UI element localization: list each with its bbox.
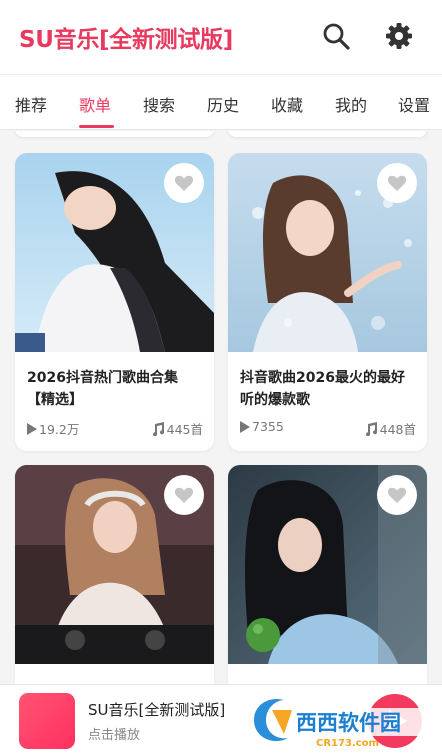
playlist-card[interactable]: 抖音歌曲2026最火的最好听的爆款歌 7355 448首 [228,153,427,451]
heart-icon [174,175,194,192]
song-count-value: 445首 [166,422,203,437]
play-count-value: 19.2万 [39,422,80,437]
now-playing-title: SU音乐[全新测试版] [88,701,226,719]
tab-bar: 推荐 歌单 搜索 历史 收藏 我的 设置 [0,74,442,130]
favorite-button[interactable] [164,163,204,203]
play-count: 7355 [240,419,284,434]
tab-playlists[interactable]: 歌单 [79,92,111,116]
playlist-card-partial [15,131,214,137]
play-icon [240,420,250,433]
playlist-card[interactable] [15,465,214,684]
tab-settings[interactable]: 设置 [398,92,430,116]
play-icon [27,422,37,435]
heart-icon [387,487,407,504]
app-title: SU音乐[全新测试版] [19,27,233,53]
favorite-button[interactable] [377,163,417,203]
active-tab-indicator [79,125,114,128]
favorite-button[interactable] [377,475,417,515]
tab-mine[interactable]: 我的 [335,92,367,116]
music-note-icon [365,421,377,436]
tab-search[interactable]: 搜索 [143,92,175,116]
playlist-title: 2026抖音热门歌曲合集【精选】 [27,370,178,408]
playlist-card-partial [228,131,427,137]
tab-recommend[interactable]: 推荐 [15,92,47,116]
app-header: SU音乐[全新测试版] [0,0,442,74]
play-count: 19.2万 [27,419,79,438]
watermark-text: 西西软件园 [296,711,401,735]
song-count-value: 448首 [379,422,416,437]
playlist-card[interactable]: 2026抖音热门歌曲合集【精选】 19.2万 445首 [15,153,214,451]
playlist-card[interactable] [228,465,427,684]
playlist-grid[interactable]: 2026抖音热门歌曲合集【精选】 19.2万 445首 抖音歌曲2026最火的最… [0,131,442,684]
gear-icon[interactable] [384,21,414,51]
search-icon[interactable] [321,21,351,51]
play-count-value: 7355 [252,419,284,434]
now-playing-subtitle: 点击播放 [88,728,141,743]
favorite-button[interactable] [164,475,204,515]
now-playing-cover[interactable] [19,693,75,749]
heart-icon [174,487,194,504]
playlist-stats: 7355 448首 [240,417,416,437]
heart-icon [387,175,407,192]
playlist-title: 抖音歌曲2026最火的最好听的爆款歌 [240,370,405,408]
song-count: 445首 [151,419,203,438]
song-count: 448首 [364,419,416,438]
watermark-logo: 西西软件园 CR173.com [254,698,438,748]
tab-favorites[interactable]: 收藏 [271,92,303,116]
playlist-stats: 19.2万 445首 [27,417,203,437]
watermark-url: CR173.com [316,738,379,748]
music-note-icon [152,421,164,436]
tab-history[interactable]: 历史 [207,92,239,116]
